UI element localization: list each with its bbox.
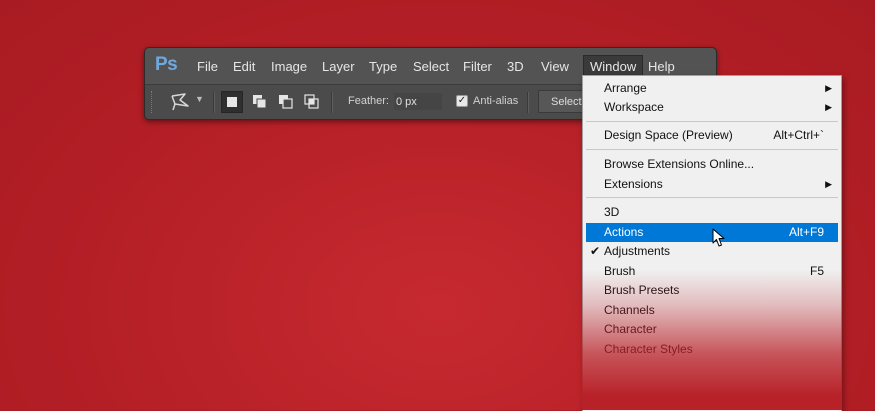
menu-item-brush-presets[interactable]: Brush Presets	[586, 281, 838, 300]
menu-item-label: 3D	[604, 205, 620, 219]
polygonal-lasso-icon[interactable]	[169, 92, 191, 112]
new-selection-icon	[227, 97, 237, 107]
menu-item-extensions[interactable]: Extensions ▶	[586, 175, 838, 194]
menu-edit[interactable]: Edit	[233, 59, 255, 74]
feather-input[interactable]	[394, 93, 442, 110]
menu-item-shortcut: Alt+Ctrl+`	[773, 128, 824, 142]
options-divider	[213, 92, 215, 113]
menu-item-label: Browse Extensions Online...	[604, 157, 755, 171]
menu-item-label: Character	[604, 322, 657, 336]
menu-filter[interactable]: Filter	[463, 59, 492, 74]
menu-item-design-space[interactable]: Design Space (Preview) Alt+Ctrl+`	[586, 126, 838, 145]
anti-alias-label: Anti-alias	[473, 95, 519, 107]
menu-item-brush[interactable]: Brush F5	[586, 262, 838, 281]
menu-item-label: Brush Presets	[604, 283, 680, 297]
menu-3d[interactable]: 3D	[507, 59, 524, 74]
menu-item-label: Character Styles	[604, 342, 693, 356]
new-selection-button[interactable]	[221, 91, 243, 113]
menu-item-browse-extensions[interactable]: Browse Extensions Online...	[586, 155, 838, 174]
menu-item-workspace[interactable]: Workspace ▶	[586, 98, 838, 117]
options-bar-grip[interactable]	[151, 91, 155, 113]
subtract-from-selection-icon	[279, 95, 293, 109]
mouse-pointer-icon	[712, 228, 726, 253]
menu-item-arrange[interactable]: Arrange ▶	[586, 79, 838, 98]
menu-item-label: Arrange	[604, 81, 647, 95]
menu-separator	[586, 121, 838, 122]
anti-alias-checkbox[interactable]: ✓	[456, 95, 468, 107]
menu-item-label: Actions	[604, 225, 644, 239]
menu-item-label: Channels	[604, 303, 655, 317]
menu-view[interactable]: View	[541, 59, 569, 74]
menu-item-shortcut: F5	[809, 264, 824, 278]
menu-file[interactable]: File	[197, 59, 218, 74]
options-divider	[331, 92, 333, 113]
menu-item-label: Extensions	[604, 177, 663, 191]
menu-type[interactable]: Type	[369, 59, 397, 74]
menu-item-label: Brush	[604, 264, 636, 278]
menu-item-channels[interactable]: Channels	[586, 301, 838, 320]
intersect-selection-icon	[304, 94, 319, 109]
menu-layer[interactable]: Layer	[322, 59, 355, 74]
menu-separator	[586, 149, 838, 150]
add-to-selection-icon	[253, 95, 267, 109]
add-to-selection-button[interactable]	[249, 91, 271, 113]
options-divider	[527, 92, 529, 113]
menu-item-label: Design Space (Preview)	[604, 128, 733, 142]
menu-item-character-styles[interactable]: Character Styles	[586, 340, 838, 359]
menu-help[interactable]: Help	[648, 59, 675, 74]
intersect-selection-button[interactable]	[301, 91, 323, 113]
checkmark-icon: ✔	[590, 244, 601, 258]
menu-separator	[586, 197, 838, 198]
menu-item-label: Workspace	[604, 100, 664, 114]
submenu-arrow-icon: ▶	[825, 179, 832, 189]
feather-label: Feather:	[348, 95, 389, 107]
menu-select[interactable]: Select	[413, 59, 449, 74]
tool-preset-chevron-down-icon[interactable]: ▼	[195, 94, 204, 104]
menu-item-shortcut: Alt+F9	[788, 225, 824, 239]
subtract-from-selection-button[interactable]	[275, 91, 297, 113]
menu-image[interactable]: Image	[271, 59, 307, 74]
menu-item-3d[interactable]: 3D	[586, 203, 838, 222]
submenu-arrow-icon: ▶	[825, 83, 832, 93]
menu-item-label: Adjustments	[604, 244, 671, 258]
menu-item-character[interactable]: Character	[586, 320, 838, 339]
ps-logo: Ps	[155, 54, 178, 75]
submenu-arrow-icon: ▶	[825, 102, 832, 112]
